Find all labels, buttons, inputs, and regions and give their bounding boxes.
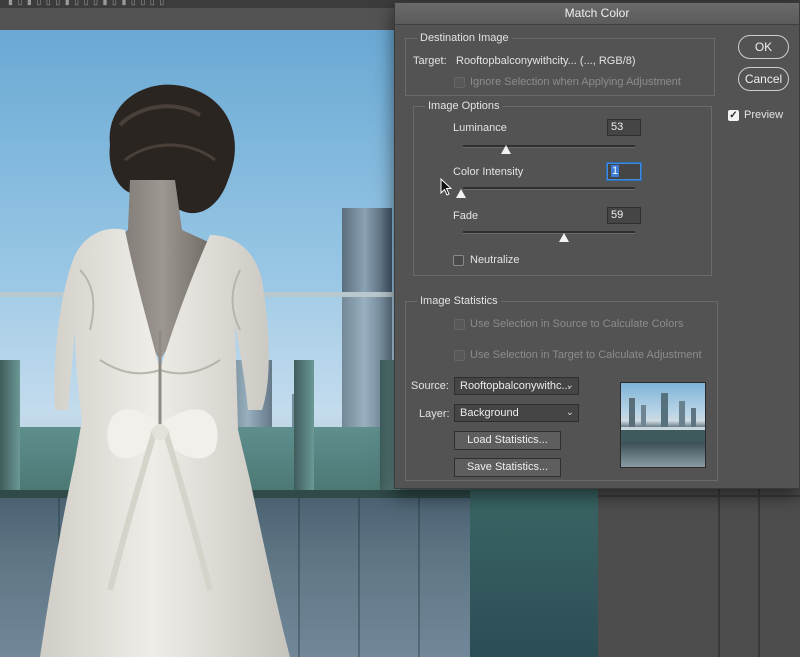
fade-input[interactable]: 59 — [607, 207, 641, 224]
image-options-title: Image Options — [425, 100, 503, 112]
source-label: Source: — [411, 380, 449, 392]
use-selection-source-label: Use Selection in Source to Calculate Col… — [470, 318, 684, 330]
chevron-down-icon: ⌄ — [565, 380, 574, 391]
use-selection-target-checkbox[interactable] — [454, 350, 465, 361]
color-intensity-slider-thumb[interactable] — [456, 189, 466, 198]
check-icon: ✓ — [729, 110, 738, 121]
preview-checkbox[interactable]: ✓ — [728, 110, 739, 121]
ok-button[interactable]: OK — [738, 35, 789, 59]
fade-slider-thumb[interactable] — [559, 233, 569, 242]
document-tab-text: ▮ ▯ ▮ ▯ ▯ ▯ ▮ ▯ ▯ ▯ ▮ ▯ ▮ ▯ ▯ ▯ ▯ — [8, 0, 166, 6]
target-label: Target: — [413, 55, 447, 67]
neutralize-checkbox[interactable] — [453, 255, 464, 266]
color-intensity-slider-track[interactable] — [463, 187, 635, 190]
preview-label: Preview — [744, 109, 784, 121]
chevron-down-icon: ⌄ — [565, 407, 574, 418]
save-statistics-button[interactable]: Save Statistics... — [454, 458, 561, 477]
thumbnail-image — [621, 393, 705, 442]
source-preview-thumbnail — [620, 382, 706, 468]
layer-value: Background — [460, 407, 519, 419]
destination-image-title: Destination Image — [417, 32, 512, 44]
neutralize-label: Neutralize — [470, 254, 520, 266]
fade-slider-track[interactable] — [463, 231, 635, 234]
luminance-input[interactable]: 53 — [607, 119, 641, 136]
ignore-selection-label: Ignore Selection when Applying Adjustmen… — [470, 76, 681, 88]
ignore-selection-checkbox[interactable] — [454, 77, 465, 88]
layer-dropdown[interactable]: Background ⌄ — [454, 404, 579, 422]
target-value: Rooftopbalconywithcity... (..., RGB/8) — [456, 55, 636, 67]
image-statistics-title: Image Statistics — [417, 295, 501, 307]
fade-label: Fade — [453, 210, 479, 222]
color-intensity-label: Color Intensity — [453, 166, 524, 178]
mouse-cursor-icon — [440, 178, 453, 196]
color-intensity-input[interactable]: 1 — [607, 163, 641, 180]
layer-label: Layer: — [419, 408, 450, 420]
dialog-title[interactable]: Match Color — [395, 3, 799, 25]
luminance-slider-track[interactable] — [463, 145, 635, 148]
match-color-dialog: Match Color Destination Image Target: Ro… — [394, 2, 800, 489]
cancel-button[interactable]: Cancel — [738, 67, 789, 91]
use-selection-target-label: Use Selection in Target to Calculate Adj… — [470, 349, 702, 361]
color-intensity-value: 1 — [611, 165, 620, 177]
source-dropdown[interactable]: Rooftopbalconywithc... ⌄ — [454, 377, 579, 395]
use-selection-source-checkbox[interactable] — [454, 319, 465, 330]
panel-divider — [598, 495, 800, 497]
luminance-label: Luminance — [453, 122, 507, 134]
source-value: Rooftopbalconywithc... — [460, 380, 571, 392]
luminance-slider-thumb[interactable] — [501, 145, 511, 154]
load-statistics-button[interactable]: Load Statistics... — [454, 431, 561, 450]
